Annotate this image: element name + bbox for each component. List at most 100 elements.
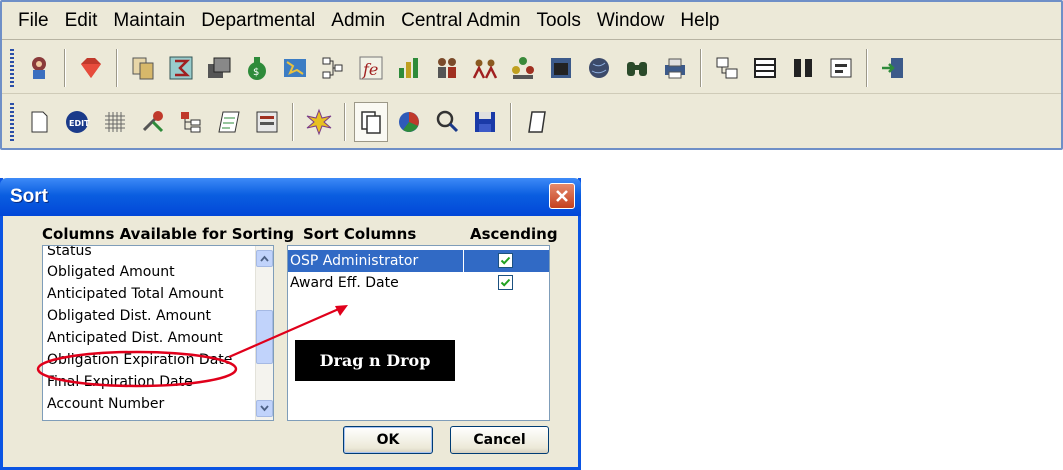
toolbar-button-columns[interactable] xyxy=(786,48,820,88)
ascending-header: Ascending xyxy=(470,225,558,243)
toolbar-button-grid[interactable] xyxy=(98,102,132,142)
toolbar-separator xyxy=(510,103,512,141)
sort-column-name: Award Eff. Date xyxy=(290,275,399,291)
list-item[interactable]: Anticipated Total Amount xyxy=(43,283,273,305)
scroll-thumb[interactable] xyxy=(256,310,273,364)
toolbar-button-map[interactable] xyxy=(278,48,312,88)
row-divider xyxy=(463,250,464,272)
sort-dialog: Sort Columns Available for Sorting Sort … xyxy=(0,178,581,470)
menu-central-admin[interactable]: Central Admin xyxy=(393,2,528,40)
sort-row-award-eff-date[interactable]: Award Eff. Date xyxy=(288,272,549,294)
toolbar-grip[interactable] xyxy=(10,103,14,141)
menu-window[interactable]: Window xyxy=(589,2,673,40)
toolbar-grip[interactable] xyxy=(10,48,14,87)
money-bag-icon: $ xyxy=(248,56,266,80)
chevron-up-icon xyxy=(260,255,269,262)
toolbar-separator xyxy=(700,48,702,87)
toolbar-button-copy[interactable] xyxy=(126,48,160,88)
close-button[interactable] xyxy=(549,183,575,209)
available-columns-list[interactable]: Status Obligated Amount Anticipated Tota… xyxy=(42,245,274,421)
toolbar-button-team[interactable] xyxy=(468,48,502,88)
org-chart-icon xyxy=(322,57,343,78)
ascending-checkbox[interactable] xyxy=(498,275,513,290)
list-item[interactable]: Account Number xyxy=(43,393,273,415)
toolbar-button-people[interactable] xyxy=(430,48,464,88)
menu-admin[interactable]: Admin xyxy=(323,2,393,40)
toolbar-separator xyxy=(344,103,346,141)
toolbar-button-globe[interactable] xyxy=(582,48,616,88)
toolbar-button-page[interactable] xyxy=(520,102,554,142)
toolbar-button-note[interactable] xyxy=(212,102,246,142)
toolbar-button-list[interactable] xyxy=(748,48,782,88)
toolbar-button-report[interactable] xyxy=(250,102,284,142)
pie-chart-icon xyxy=(399,112,419,132)
toolbar-button-burst[interactable] xyxy=(302,102,336,142)
ok-button[interactable]: OK xyxy=(343,426,433,454)
report-icon xyxy=(256,111,278,133)
toolbar-button-user[interactable] xyxy=(22,48,56,88)
sort-columns-list[interactable]: OSP Administrator Award Eff. Date xyxy=(287,245,550,421)
list-item[interactable]: Final Expiration Date xyxy=(43,371,273,393)
group-icon xyxy=(512,56,534,79)
list-item[interactable]: Obligated Dist. Amount xyxy=(43,305,273,327)
toolbar-button-chart[interactable] xyxy=(392,48,426,88)
sort-row-osp-administrator[interactable]: OSP Administrator xyxy=(288,250,549,272)
toolbar-button-group[interactable] xyxy=(506,48,540,88)
scroll-up-button[interactable] xyxy=(256,250,273,267)
dialog-titlebar[interactable]: Sort xyxy=(0,178,581,216)
list-item[interactable]: Obligation Expiration Date xyxy=(43,349,273,371)
toolbar-separator xyxy=(866,48,868,87)
toolbar-button-windows[interactable] xyxy=(202,48,236,88)
toolbar-button-pie[interactable] xyxy=(392,102,426,142)
menu-file[interactable]: File xyxy=(10,2,57,40)
window-icon xyxy=(551,57,571,78)
toolbar-button-exit[interactable] xyxy=(876,48,910,88)
scroll-down-button[interactable] xyxy=(256,400,273,417)
toolbar-button-window[interactable] xyxy=(544,48,578,88)
toolbar-button-find[interactable] xyxy=(430,102,464,142)
chevron-down-icon xyxy=(260,405,269,412)
toolbar-button-form[interactable] xyxy=(824,48,858,88)
menu-help[interactable]: Help xyxy=(672,2,727,40)
toolbar-button-save[interactable] xyxy=(468,102,502,142)
toolbar-button-sort[interactable] xyxy=(354,102,388,142)
grid-icon xyxy=(105,112,125,132)
toolbar-button-links[interactable] xyxy=(710,48,744,88)
list-item[interactable]: Status xyxy=(43,246,273,261)
form-view-icon xyxy=(830,58,852,77)
menu-edit[interactable]: Edit xyxy=(57,2,106,40)
printer-icon xyxy=(665,58,685,78)
available-list-scrollbar[interactable] xyxy=(255,246,273,420)
magnifier-icon xyxy=(436,110,459,133)
svg-text:EDIT: EDIT xyxy=(69,119,90,128)
toolbar-button-sum[interactable] xyxy=(164,48,198,88)
list-item[interactable]: Obligated Amount xyxy=(43,261,273,283)
stacked-windows-icon xyxy=(208,57,231,78)
menu-maintain[interactable]: Maintain xyxy=(105,2,193,40)
sort-columns-header: Sort Columns xyxy=(303,225,417,243)
toolbar-button-tree[interactable] xyxy=(174,102,208,142)
edit-icon: EDIT xyxy=(66,111,90,133)
list-item[interactable]: Anticipated Dist. Amount xyxy=(43,327,273,349)
toolbar-button-money[interactable]: $ xyxy=(240,48,274,88)
menu-departmental[interactable]: Departmental xyxy=(193,2,323,40)
toolbar-button-edit[interactable]: EDIT xyxy=(60,102,94,142)
user-search-icon xyxy=(32,56,46,79)
drag-drop-annotation: Drag n Drop xyxy=(295,340,455,381)
starburst-icon xyxy=(306,108,332,136)
checkmark-icon xyxy=(500,278,511,287)
diamond-icon xyxy=(81,57,101,78)
cancel-button[interactable]: Cancel xyxy=(450,426,549,454)
available-columns-header: Columns Available for Sorting xyxy=(42,225,294,243)
menu-tools[interactable]: Tools xyxy=(528,2,588,40)
toolbar-button-print[interactable] xyxy=(658,48,692,88)
linked-items-icon xyxy=(716,57,738,78)
svg-text:$: $ xyxy=(253,67,259,78)
toolbar-button-award[interactable] xyxy=(74,48,108,88)
toolbar-button-new[interactable] xyxy=(22,102,56,142)
toolbar-button-tools[interactable] xyxy=(136,102,170,142)
toolbar-button-function[interactable]: fe xyxy=(354,48,388,88)
toolbar-button-binoculars[interactable] xyxy=(620,48,654,88)
toolbar-button-org-chart[interactable] xyxy=(316,48,350,88)
ascending-checkbox[interactable] xyxy=(498,253,513,268)
